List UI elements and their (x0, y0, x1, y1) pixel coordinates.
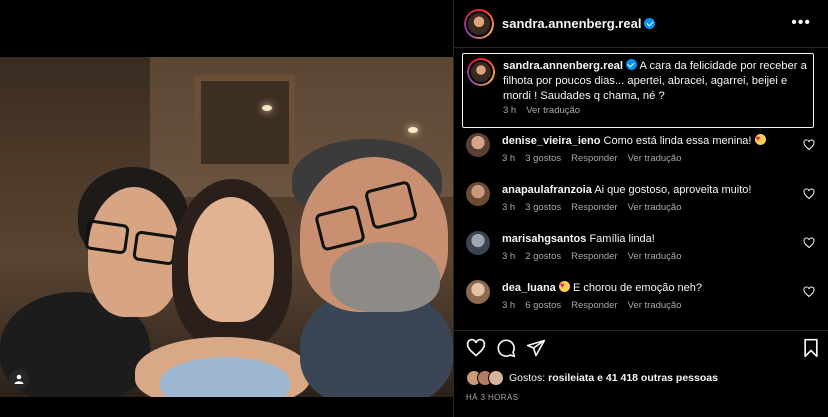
heart-icon[interactable] (466, 338, 486, 358)
comment-username[interactable]: denise_vieira_ieno (502, 135, 600, 147)
comment-icon[interactable] (496, 338, 516, 358)
author-username[interactable]: sandra.annenberg.real (502, 16, 656, 31)
heart-eyes-emoji-icon (754, 132, 766, 146)
likes-user[interactable]: rosileiata (548, 372, 594, 384)
comment-item: denise_vieira_ieno Como está linda essa … (454, 131, 828, 180)
more-horizontal-icon: ••• (791, 14, 811, 31)
comment-translate-link[interactable]: Ver tradução (628, 202, 682, 213)
verified-badge-icon (644, 18, 656, 29)
comment-avatar[interactable] (466, 182, 490, 206)
comment-reply-button[interactable]: Responder (571, 202, 617, 213)
comment-text: marisahgsantos Família linda! (502, 232, 792, 246)
comment-meta: 3 h 2 gostos Responder Ver tradução (502, 251, 692, 262)
comment-likes[interactable]: 3 gostos (525, 202, 561, 213)
liker-avatar[interactable] (488, 370, 504, 386)
caption-time[interactable]: 3 h (503, 105, 516, 116)
comment-time[interactable]: 3 h (502, 300, 515, 311)
comment-item: anapaulafranzoia Ai que gostoso, aprovei… (454, 180, 828, 229)
photo-glasses (84, 219, 130, 255)
comment-username[interactable]: marisahgsantos (502, 233, 586, 245)
post-side-panel: sandra.annenberg.real ••• sandra.annenbe… (453, 0, 828, 417)
comment-like-heart-icon[interactable] (803, 139, 815, 151)
comment-username[interactable]: dea_luana (502, 282, 556, 294)
comment-message: Como está linda essa menina! (603, 135, 752, 147)
comment-reply-button[interactable]: Responder (571, 251, 617, 262)
caption-meta: 3 h Ver tradução (503, 105, 590, 116)
comment-time[interactable]: 3 h (502, 202, 515, 213)
comment-meta: 3 h 3 gostos Responder Ver tradução (502, 153, 692, 164)
more-options-button[interactable]: ••• (791, 14, 811, 32)
photo-person-right-beard (330, 242, 440, 312)
comment-avatar[interactable] (466, 280, 490, 304)
comment-message: Família linda! (589, 233, 655, 245)
photo-lamp (262, 105, 272, 111)
comment-meta: 3 h 3 gostos Responder Ver tradução (502, 202, 692, 213)
comment-translate-link[interactable]: Ver tradução (628, 153, 682, 164)
caption-username[interactable]: sandra.annenberg.real (503, 60, 623, 72)
user-tag-button[interactable] (9, 369, 29, 389)
comment-message: E chorou de emoção neh? (572, 282, 702, 294)
heart-eyes-emoji-icon (558, 279, 570, 293)
likes-text: Gostos: rosileiata e 41 418 outras pesso… (509, 372, 718, 384)
actions-divider (454, 330, 828, 331)
comment-translate-link[interactable]: Ver tradução (628, 251, 682, 262)
bookmark-icon[interactable] (801, 338, 821, 358)
post-media (0, 0, 453, 417)
comment-like-heart-icon[interactable] (803, 188, 815, 200)
comment-time[interactable]: 3 h (502, 153, 515, 164)
likes-others[interactable]: e 41 418 outras pessoas (594, 372, 718, 384)
comment-avatar[interactable] (466, 231, 490, 255)
photo-window (195, 75, 295, 170)
comment-likes[interactable]: 6 gostos (525, 300, 561, 311)
author-username-text[interactable]: sandra.annenberg.real (502, 16, 641, 31)
post-timestamp[interactable]: HÁ 3 HORAS (466, 393, 518, 402)
post-photo[interactable] (0, 57, 453, 397)
photo-lamp (408, 127, 418, 133)
likes-avatars (466, 370, 506, 386)
send-icon[interactable] (526, 338, 546, 358)
comment-text: dea_luana E chorou de emoção neh? (502, 279, 792, 295)
verified-badge-icon (626, 59, 637, 70)
caption-translate-link[interactable]: Ver tradução (526, 105, 580, 116)
comment-reply-button[interactable]: Responder (571, 153, 617, 164)
comment-avatar[interactable] (466, 133, 490, 157)
comment-reply-button[interactable]: Responder (571, 300, 617, 311)
comment-username[interactable]: anapaulafranzoia (502, 184, 592, 196)
comment-text: anapaulafranzoia Ai que gostoso, aprovei… (502, 183, 792, 197)
post-header: sandra.annenberg.real ••• (454, 0, 828, 48)
comment-likes[interactable]: 3 gostos (525, 153, 561, 164)
post-actions-bar (466, 338, 821, 360)
caption-author-avatar[interactable] (467, 58, 495, 86)
comment-meta: 3 h 6 gostos Responder Ver tradução (502, 300, 692, 311)
author-avatar[interactable] (464, 9, 494, 39)
comment-item: dea_luana E chorou de emoção neh? 3 h 6 g… (454, 278, 828, 327)
likes-prefix: Gostos: (509, 372, 549, 384)
comment-text: denise_vieira_ieno Como está linda essa … (502, 132, 792, 148)
comment-message: Ai que gostoso, aproveita muito! (594, 184, 752, 196)
caption: sandra.annenberg.real A cara da felicida… (462, 53, 814, 128)
comment-item: marisahgsantos Família linda! 3 h 2 gosto… (454, 229, 828, 278)
comment-translate-link[interactable]: Ver tradução (628, 300, 682, 311)
comment-time[interactable]: 3 h (502, 251, 515, 262)
comment-like-heart-icon[interactable] (803, 286, 815, 298)
photo-glasses (132, 230, 178, 266)
comment-likes[interactable]: 2 gostos (525, 251, 561, 262)
caption-text: sandra.annenberg.real A cara da felicida… (503, 59, 809, 104)
user-tag-icon (14, 374, 24, 384)
comment-like-heart-icon[interactable] (803, 237, 815, 249)
photo-person-middle-face (188, 197, 274, 322)
